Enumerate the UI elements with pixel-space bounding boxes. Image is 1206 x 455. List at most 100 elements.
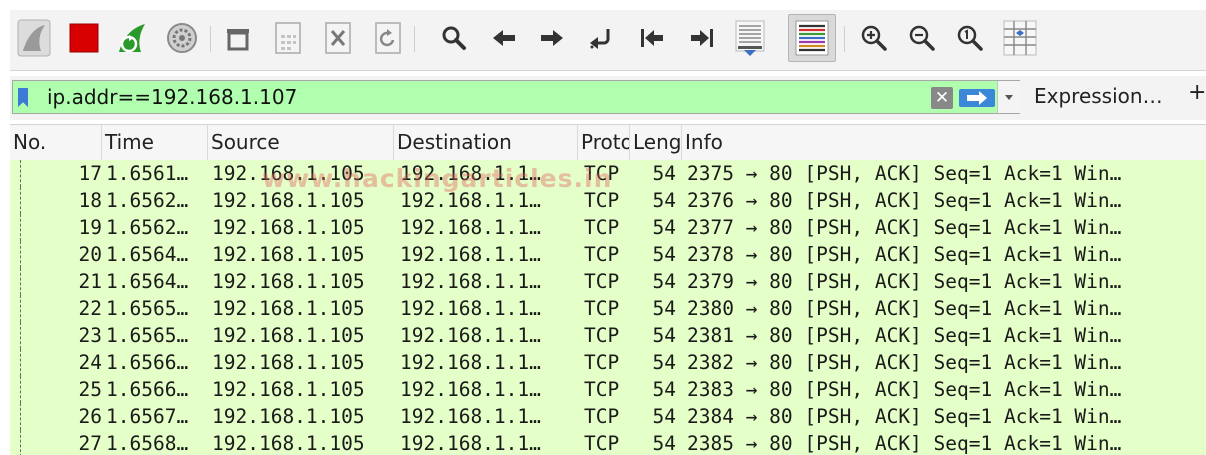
capture-options-button[interactable] bbox=[164, 16, 200, 60]
first-packet-button[interactable] bbox=[634, 16, 670, 60]
cell-destination: 192.168.1.1… bbox=[400, 270, 541, 293]
restart-capture-button[interactable] bbox=[114, 16, 150, 60]
zoom-in-icon bbox=[861, 25, 887, 51]
watermark: www.hackingarticles.in bbox=[262, 164, 613, 193]
cell-protocol: TCP bbox=[584, 297, 620, 320]
cell-info: 2381 → 80 [PSH, ACK] Seq=1 Ack=1 Win… bbox=[687, 324, 1122, 347]
save-file-icon bbox=[275, 22, 301, 54]
filter-history-dropdown[interactable] bbox=[997, 81, 1020, 113]
related-packet-indicator bbox=[20, 187, 21, 214]
table-row[interactable]: 22 1.6565… 192.168.1.105 192.168.1.1… TCP 54 2… bbox=[10, 295, 1206, 322]
table-row[interactable]: 25 1.6566… 192.168.1.105 192.168.1.1… TCP 54 2… bbox=[10, 376, 1206, 403]
expression-button[interactable]: Expression… bbox=[1034, 84, 1163, 108]
table-row[interactable]: 19 1.6562… 192.168.1.105 192.168.1.1… TCP 54 2… bbox=[10, 214, 1206, 241]
stop-capture-button[interactable] bbox=[66, 16, 102, 60]
table-row[interactable]: 23 1.6565… 192.168.1.105 192.168.1.1… TCP 54 2… bbox=[10, 322, 1206, 349]
cell-source: 192.168.1.105 bbox=[212, 432, 365, 455]
save-file-button[interactable] bbox=[270, 16, 306, 60]
cell-no: 27 bbox=[78, 432, 102, 455]
table-row[interactable]: 27 1.6568… 192.168.1.105 192.168.1.1… TCP 54 2… bbox=[10, 430, 1206, 455]
zoom-reset-icon bbox=[957, 25, 983, 51]
reload-file-button[interactable] bbox=[370, 16, 406, 60]
close-file-icon bbox=[325, 22, 351, 54]
go-back-button[interactable] bbox=[486, 16, 522, 60]
resize-columns-button[interactable] bbox=[1002, 16, 1038, 60]
cell-no: 25 bbox=[78, 378, 102, 401]
close-file-button[interactable] bbox=[320, 16, 356, 60]
clear-filter-button[interactable]: ✕ bbox=[931, 87, 953, 109]
main-toolbar bbox=[10, 10, 1206, 71]
last-packet-button[interactable] bbox=[684, 16, 720, 60]
display-filter-input[interactable]: ip.addr==192.168.1.107 ✕ bbox=[12, 80, 1020, 114]
cell-protocol: TCP bbox=[584, 243, 620, 266]
column-header-destination[interactable]: Destination bbox=[394, 125, 578, 160]
column-header-protocol[interactable]: Proto bbox=[578, 125, 630, 160]
cell-destination: 192.168.1.1… bbox=[400, 351, 541, 374]
related-packet-indicator bbox=[20, 403, 21, 430]
bookmark-icon[interactable] bbox=[18, 88, 28, 107]
cell-time: 1.6567… bbox=[106, 405, 189, 428]
cell-protocol: TCP bbox=[584, 405, 620, 428]
cell-length: 54 bbox=[652, 405, 676, 428]
column-header-info[interactable]: Info bbox=[682, 125, 1206, 160]
apply-filter-button[interactable] bbox=[959, 89, 995, 107]
cell-source: 192.168.1.105 bbox=[212, 216, 365, 239]
table-row[interactable]: 24 1.6566… 192.168.1.105 192.168.1.1… TCP 54 2… bbox=[10, 349, 1206, 376]
cell-destination: 192.168.1.1… bbox=[400, 297, 541, 320]
cell-no: 22 bbox=[78, 297, 102, 320]
cell-source: 192.168.1.105 bbox=[212, 270, 365, 293]
display-filter-text[interactable]: ip.addr==192.168.1.107 bbox=[47, 81, 297, 113]
arrow-right-icon bbox=[967, 91, 987, 105]
cell-destination: 192.168.1.1… bbox=[400, 324, 541, 347]
table-row[interactable]: 20 1.6564… 192.168.1.105 192.168.1.1… TCP 54 2… bbox=[10, 241, 1206, 268]
cell-time: 1.6562… bbox=[106, 216, 189, 239]
column-header-time[interactable]: Time bbox=[102, 125, 208, 160]
cell-info: 2378 → 80 [PSH, ACK] Seq=1 Ack=1 Win… bbox=[687, 243, 1122, 266]
cell-info: 2385 → 80 [PSH, ACK] Seq=1 Ack=1 Win… bbox=[687, 432, 1122, 455]
table-row[interactable]: 21 1.6564… 192.168.1.105 192.168.1.1… TCP 54 2… bbox=[10, 268, 1206, 295]
column-header-source[interactable]: Source bbox=[208, 125, 394, 160]
cell-length: 54 bbox=[652, 378, 676, 401]
go-forward-button[interactable] bbox=[534, 16, 570, 60]
cell-protocol: TCP bbox=[584, 378, 620, 401]
add-filter-button[interactable]: + bbox=[1188, 80, 1206, 105]
toolbar-separator bbox=[210, 26, 211, 52]
cell-time: 1.6562… bbox=[106, 189, 189, 212]
cell-no: 19 bbox=[78, 216, 102, 239]
cell-no: 18 bbox=[78, 189, 102, 212]
cell-destination: 192.168.1.1… bbox=[400, 378, 541, 401]
cell-destination: 192.168.1.1… bbox=[400, 405, 541, 428]
cell-info: 2384 → 80 [PSH, ACK] Seq=1 Ack=1 Win… bbox=[687, 405, 1122, 428]
colorize-icon bbox=[795, 20, 829, 56]
cell-destination: 192.168.1.1… bbox=[400, 216, 541, 239]
table-row[interactable]: 26 1.6567… 192.168.1.105 192.168.1.1… TCP 54 2… bbox=[10, 403, 1206, 430]
display-filter-toolbar: ip.addr==192.168.1.107 ✕ Expression… + bbox=[10, 76, 1206, 120]
cell-time: 1.6564… bbox=[106, 270, 189, 293]
column-header-no[interactable]: No. bbox=[10, 125, 102, 160]
cell-length: 54 bbox=[652, 216, 676, 239]
autoscroll-button[interactable] bbox=[732, 16, 768, 60]
colorize-button[interactable] bbox=[788, 14, 836, 62]
cell-info: 2379 → 80 [PSH, ACK] Seq=1 Ack=1 Win… bbox=[687, 270, 1122, 293]
cell-length: 54 bbox=[652, 162, 676, 185]
search-icon bbox=[442, 26, 466, 50]
cell-protocol: TCP bbox=[584, 324, 620, 347]
open-file-button[interactable] bbox=[220, 16, 256, 60]
cell-info: 2377 → 80 [PSH, ACK] Seq=1 Ack=1 Win… bbox=[687, 216, 1122, 239]
column-header-length[interactable]: Leng bbox=[630, 125, 682, 160]
open-file-icon bbox=[227, 29, 249, 51]
cell-no: 20 bbox=[78, 243, 102, 266]
find-packet-button[interactable] bbox=[436, 16, 472, 60]
arrow-left-icon bbox=[493, 30, 515, 46]
start-capture-button[interactable] bbox=[16, 16, 52, 60]
related-packet-indicator bbox=[20, 214, 21, 241]
cell-source: 192.168.1.105 bbox=[212, 405, 365, 428]
stop-square-icon bbox=[69, 23, 99, 53]
go-to-packet-button[interactable] bbox=[584, 16, 620, 60]
zoom-in-button[interactable] bbox=[856, 16, 892, 60]
cell-time: 1.6565… bbox=[106, 297, 189, 320]
zoom-out-icon bbox=[909, 25, 935, 51]
normal-size-button[interactable] bbox=[952, 16, 988, 60]
zoom-out-button[interactable] bbox=[904, 16, 940, 60]
cell-time: 1.6568… bbox=[106, 432, 189, 455]
